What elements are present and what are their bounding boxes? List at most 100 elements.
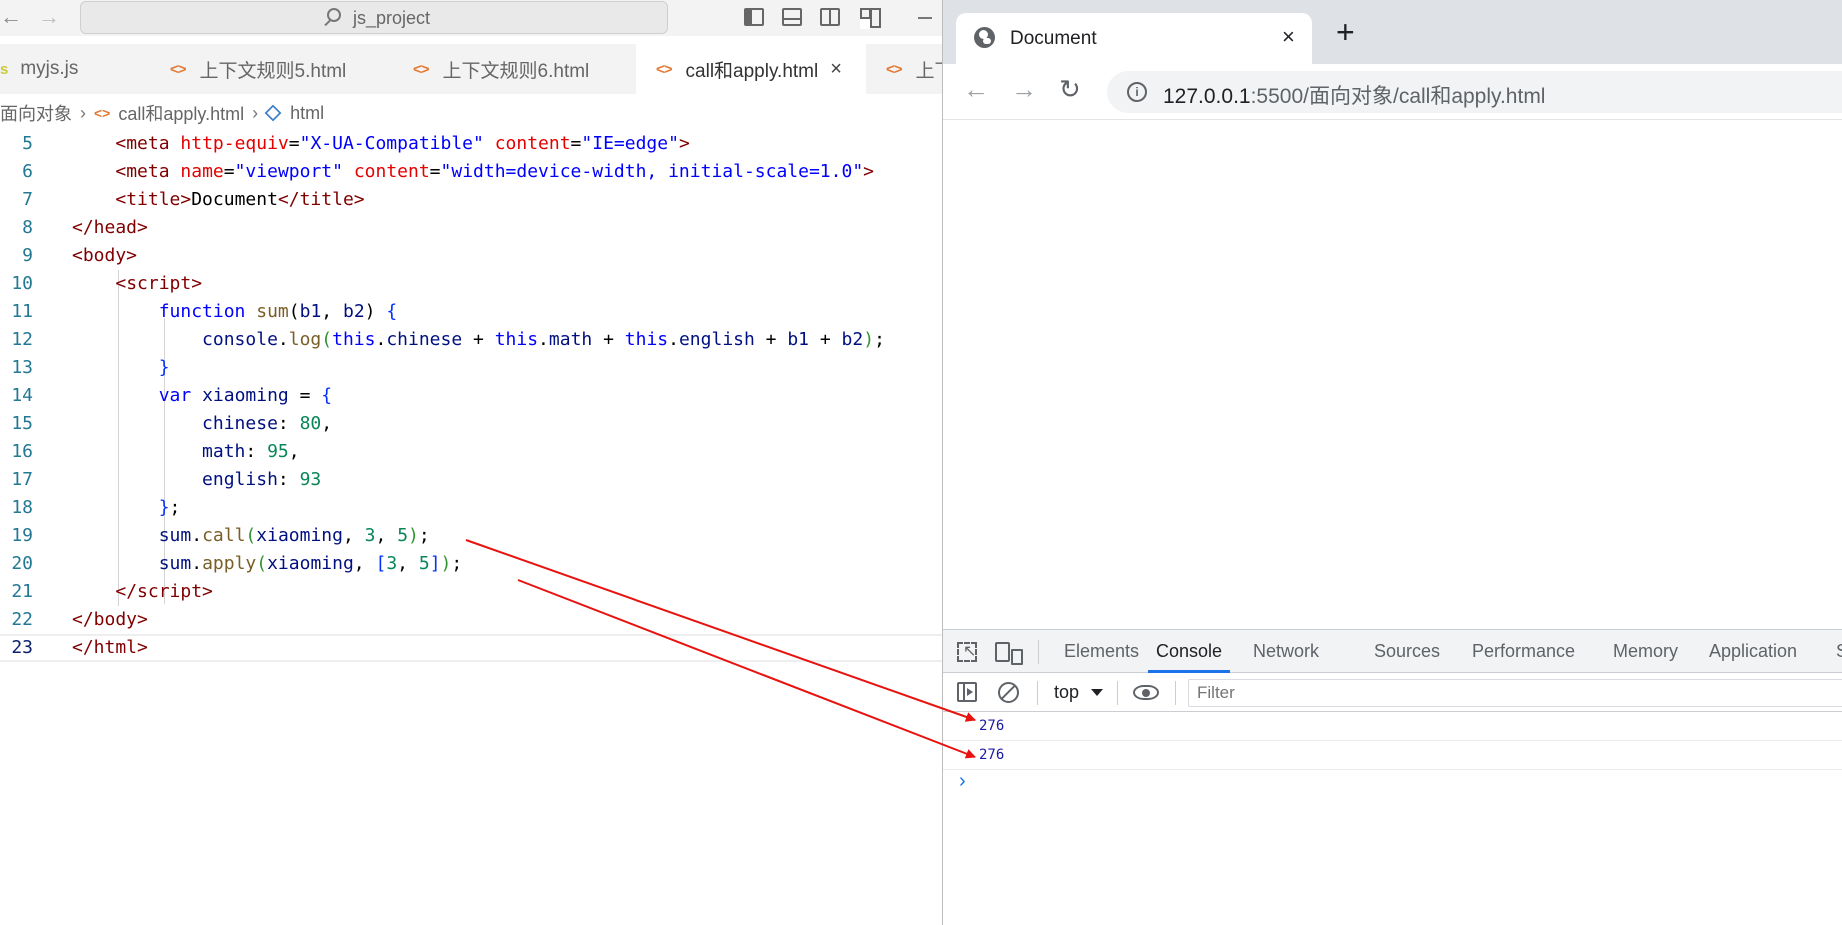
breadcrumb-file[interactable]: call和apply.html bbox=[118, 100, 244, 126]
code-line: 7 <title>Document</title> bbox=[22, 189, 365, 210]
browser-tab[interactable]: Document × bbox=[956, 13, 1312, 64]
editor-tab-bar: s myjs.js <> 上下文规则5.html <> 上下文规则6.html … bbox=[0, 44, 942, 94]
console-sidebar-icon[interactable] bbox=[957, 682, 977, 702]
breadcrumb-symbol[interactable]: html bbox=[290, 103, 324, 124]
new-tab-icon[interactable]: + bbox=[1336, 16, 1355, 48]
tab-label: 上下 bbox=[915, 60, 942, 82]
code-line: 6 <meta name="viewport" content="width=d… bbox=[22, 161, 874, 182]
code-line: 17 english: 93 bbox=[11, 469, 322, 490]
context-selector[interactable]: top bbox=[1054, 682, 1079, 703]
search-icon bbox=[327, 8, 341, 22]
device-toolbar-icon[interactable] bbox=[995, 642, 1023, 665]
browser-toolbar: ← → ↻ i 127.0.0.1:5500/面向对象/call和apply.h… bbox=[943, 64, 1842, 120]
html-code-icon: <> bbox=[413, 60, 430, 78]
divider bbox=[1037, 681, 1038, 705]
toggle-panel-icon[interactable] bbox=[782, 8, 802, 26]
reload-icon[interactable]: ↻ bbox=[1059, 76, 1081, 102]
globe-icon bbox=[974, 27, 995, 48]
code-line: 9 <body> bbox=[22, 245, 138, 266]
forward-arrow-icon[interactable]: → bbox=[38, 5, 60, 29]
code-line: 11 function sum(b1, b2) { bbox=[11, 301, 398, 322]
site-info-icon[interactable]: i bbox=[1127, 82, 1147, 102]
code-line-current: 23 </html> bbox=[0, 634, 942, 662]
code-line: 22 </body> bbox=[11, 609, 148, 630]
tab-application[interactable]: Application bbox=[1709, 630, 1797, 673]
back-arrow-icon[interactable]: ← bbox=[0, 5, 22, 29]
html-code-icon: <> bbox=[886, 60, 903, 78]
url-text: 127.0.0.1:5500/面向对象/call和apply.html bbox=[1163, 80, 1545, 110]
chevron-right-icon: › bbox=[80, 102, 86, 123]
close-icon[interactable]: × bbox=[1282, 24, 1295, 50]
devtools-panel: Elements Console Network Sources Perform… bbox=[943, 629, 1842, 925]
tab-overflow[interactable]: S bbox=[1836, 630, 1842, 673]
code-line: 15 chinese: 80, bbox=[11, 413, 333, 434]
search-text: js_project bbox=[353, 8, 431, 28]
back-arrow-icon[interactable]: ← bbox=[963, 76, 989, 102]
html-code-icon: <> bbox=[94, 105, 111, 121]
divider bbox=[1038, 640, 1039, 664]
console-filter-input[interactable] bbox=[1188, 679, 1842, 707]
code-line: 12 console.log(this.chinese + this.math … bbox=[11, 329, 885, 350]
url-path: :5500/面向对象/call和apply.html bbox=[1250, 85, 1546, 108]
address-bar[interactable]: i 127.0.0.1:5500/面向对象/call和apply.html bbox=[1107, 71, 1842, 113]
breadcrumb-folder[interactable]: 面向对象 bbox=[0, 100, 72, 126]
code-line: 10 <script> bbox=[11, 273, 203, 294]
tab-network[interactable]: Network bbox=[1253, 630, 1319, 673]
clear-console-icon[interactable] bbox=[998, 682, 1019, 703]
tab-context-rule-5[interactable]: <> 上下文规则5.html bbox=[170, 44, 400, 94]
vscode-titlebar: ← → js_project bbox=[0, 0, 942, 36]
browser-tab-strip: Document × + bbox=[943, 0, 1842, 64]
vscode-window: ← → js_project s myjs.js <> 上下文规则5.html … bbox=[0, 0, 942, 925]
customize-layout-icon[interactable] bbox=[860, 8, 881, 28]
code-line: 18 }; bbox=[11, 497, 181, 518]
chevron-right-icon: › bbox=[252, 102, 259, 123]
code-line: 8 </head> bbox=[22, 217, 148, 238]
code-line: 13 } bbox=[11, 357, 170, 378]
tab-myjs[interactable]: s myjs.js bbox=[0, 44, 150, 94]
command-center-search[interactable]: js_project bbox=[80, 1, 668, 34]
browser-tab-title: Document bbox=[1010, 28, 1097, 49]
html-code-icon: <> bbox=[170, 60, 187, 78]
tab-context-rule-6[interactable]: <> 上下文规则6.html bbox=[413, 44, 643, 94]
close-icon[interactable]: × bbox=[830, 58, 842, 81]
code-line: 21 </script> bbox=[11, 581, 213, 602]
console-toolbar: top bbox=[943, 673, 1842, 712]
code-line: 20 sum.apply(xiaoming, [3, 5]); bbox=[11, 553, 463, 574]
tab-label: myjs.js bbox=[20, 58, 79, 79]
breadcrumb: 面向对象 › <> call和apply.html › html bbox=[0, 98, 324, 128]
tab-performance[interactable]: Performance bbox=[1472, 630, 1575, 673]
devtools-tab-bar: Elements Console Network Sources Perform… bbox=[943, 630, 1842, 673]
tab-label: 上下文规则5.html bbox=[199, 60, 347, 82]
console-log-entry: 276 bbox=[943, 712, 1842, 741]
tab-call-apply[interactable]: <> call和apply.html × bbox=[636, 44, 866, 94]
screenshot-stage: ← → js_project s myjs.js <> 上下文规则5.html … bbox=[0, 0, 1842, 925]
tab-label: call和apply.html bbox=[685, 60, 819, 82]
inspect-element-icon[interactable] bbox=[957, 642, 977, 662]
code-line: 5 <meta http-equiv="X-UA-Compatible" con… bbox=[22, 133, 690, 154]
console-log-entry: 276 bbox=[943, 741, 1842, 770]
tab-sources[interactable]: Sources bbox=[1374, 630, 1440, 673]
tab-console[interactable]: Console bbox=[1148, 630, 1231, 673]
code-line: 14 var xiaoming = { bbox=[11, 385, 333, 406]
tab-memory[interactable]: Memory bbox=[1613, 630, 1678, 673]
html-code-icon: <> bbox=[656, 60, 673, 78]
forward-arrow-icon[interactable]: → bbox=[1011, 76, 1037, 102]
chevron-down-icon[interactable] bbox=[1091, 689, 1103, 696]
tab-elements[interactable]: Elements bbox=[1064, 630, 1139, 673]
toggle-primary-sidebar-icon[interactable] bbox=[744, 8, 764, 26]
page-viewport bbox=[943, 121, 1842, 629]
code-line: 16 math: 95, bbox=[11, 441, 300, 462]
divider bbox=[1117, 681, 1118, 705]
minimize-icon[interactable] bbox=[918, 17, 932, 19]
symbol-element-icon bbox=[264, 104, 282, 122]
divider bbox=[1175, 681, 1176, 705]
js-file-icon: s bbox=[0, 60, 9, 78]
code-line: 19 sum.call(xiaoming, 3, 5); bbox=[11, 525, 430, 546]
toggle-secondary-sidebar-icon[interactable] bbox=[820, 8, 840, 26]
tab-overflow[interactable]: <> 上下 bbox=[886, 44, 942, 94]
console-prompt-icon[interactable]: › bbox=[959, 770, 966, 793]
tab-label: 上下文规则6.html bbox=[442, 60, 590, 82]
live-expression-eye-icon[interactable] bbox=[1133, 685, 1159, 700]
chrome-window: Document × + ← → ↻ i 127.0.0.1:5500/面向对象… bbox=[942, 0, 1842, 925]
url-host: 127.0.0.1 bbox=[1163, 85, 1251, 108]
